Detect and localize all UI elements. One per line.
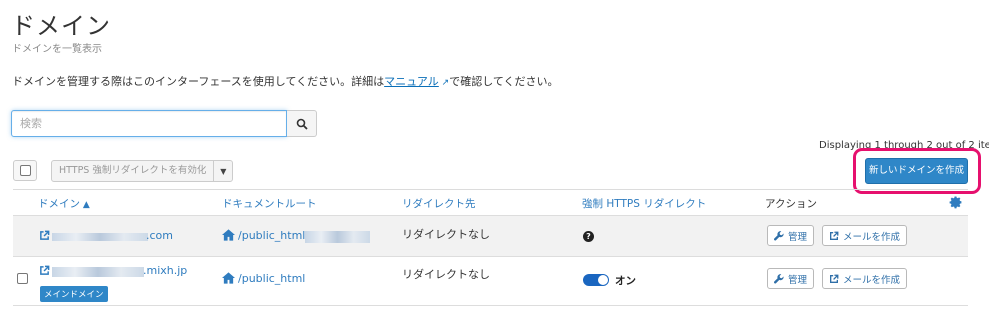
document-root-link[interactable]: /public_html xyxy=(238,272,305,285)
search-icon xyxy=(296,118,308,130)
search-button[interactable] xyxy=(287,110,317,137)
column-header-redirect[interactable]: リダイレクト先 xyxy=(402,196,476,211)
select-all-checkbox[interactable] xyxy=(13,160,37,181)
column-header-domain[interactable]: ドメイン ▲ xyxy=(38,196,90,211)
checkbox-box xyxy=(19,165,31,176)
column-header-https-redirect[interactable]: 強制 HTTPS リダイレクト xyxy=(582,196,706,211)
https-redirect-toggle[interactable] xyxy=(583,274,609,286)
redacted-domain xyxy=(52,267,144,277)
page-subtitle: ドメインを一覧表示 xyxy=(12,44,102,55)
https-redirect-bulk-label: HTTPS 強制リダイレクトを有効化 xyxy=(52,161,215,181)
manage-button[interactable]: 管理 xyxy=(767,225,815,246)
external-link-icon: ↗ xyxy=(438,78,450,88)
intro-text-after: で確認してください。 xyxy=(449,75,559,88)
row-divider xyxy=(13,305,968,306)
manage-button-label: 管理 xyxy=(788,231,808,243)
intro-text: ドメインを管理する際はこのインターフェースを使用してください。詳細はマニュアル … xyxy=(12,73,559,89)
column-header-actions: アクション xyxy=(765,198,817,210)
manual-link[interactable]: マニュアル xyxy=(384,75,439,88)
external-link-icon xyxy=(830,274,839,283)
column-header-document-root[interactable]: ドキュメントルート xyxy=(222,196,317,211)
gear-icon[interactable] xyxy=(948,195,963,210)
create-email-button-label: メールを作成 xyxy=(843,231,901,243)
wrench-icon xyxy=(774,273,784,283)
domain-link[interactable]: .mixh.jp xyxy=(143,264,187,277)
external-link-icon[interactable] xyxy=(39,230,50,241)
document-root-link[interactable]: /public_html/ xyxy=(238,229,309,242)
home-icon xyxy=(222,229,235,241)
sort-up-icon: ▲ xyxy=(80,200,90,210)
redacted-document-root xyxy=(305,231,370,243)
intro-text-before: ドメインを管理する際はこのインターフェースを使用してください。詳細は xyxy=(12,75,385,88)
column-header-domain-label: ドメイン xyxy=(38,198,80,210)
caret-down-icon[interactable]: ▼ xyxy=(214,161,232,181)
https-redirect-toggle-label: オン xyxy=(615,275,636,287)
create-email-button-label: メールを作成 xyxy=(843,274,901,286)
question-icon[interactable]: ? xyxy=(583,231,594,242)
manage-button-label: 管理 xyxy=(788,274,808,286)
https-redirect-bulk-button[interactable]: HTTPS 強制リダイレクトを有効化 ▼ xyxy=(51,160,234,182)
main-domain-badge: メインドメイン xyxy=(40,286,108,302)
domain-link[interactable]: .com xyxy=(146,229,173,242)
create-email-button[interactable]: メールを作成 xyxy=(822,225,908,246)
wrench-icon xyxy=(774,230,784,240)
external-link-icon xyxy=(830,231,839,240)
redacted-domain xyxy=(52,233,148,241)
page-title: ドメイン xyxy=(11,12,111,40)
create-email-button[interactable]: メールを作成 xyxy=(822,268,908,289)
manage-button[interactable]: 管理 xyxy=(767,268,815,289)
table-divider xyxy=(13,189,968,190)
row-checkbox[interactable] xyxy=(17,273,28,284)
external-link-icon[interactable] xyxy=(39,265,50,276)
redirect-value: リダイレクトなし xyxy=(402,228,490,241)
search-input[interactable] xyxy=(11,110,288,137)
search-bar xyxy=(11,110,317,137)
home-icon xyxy=(222,272,235,284)
create-domain-button[interactable]: 新しいドメインを作成 xyxy=(865,158,968,184)
redirect-value: リダイレクトなし xyxy=(402,268,490,281)
